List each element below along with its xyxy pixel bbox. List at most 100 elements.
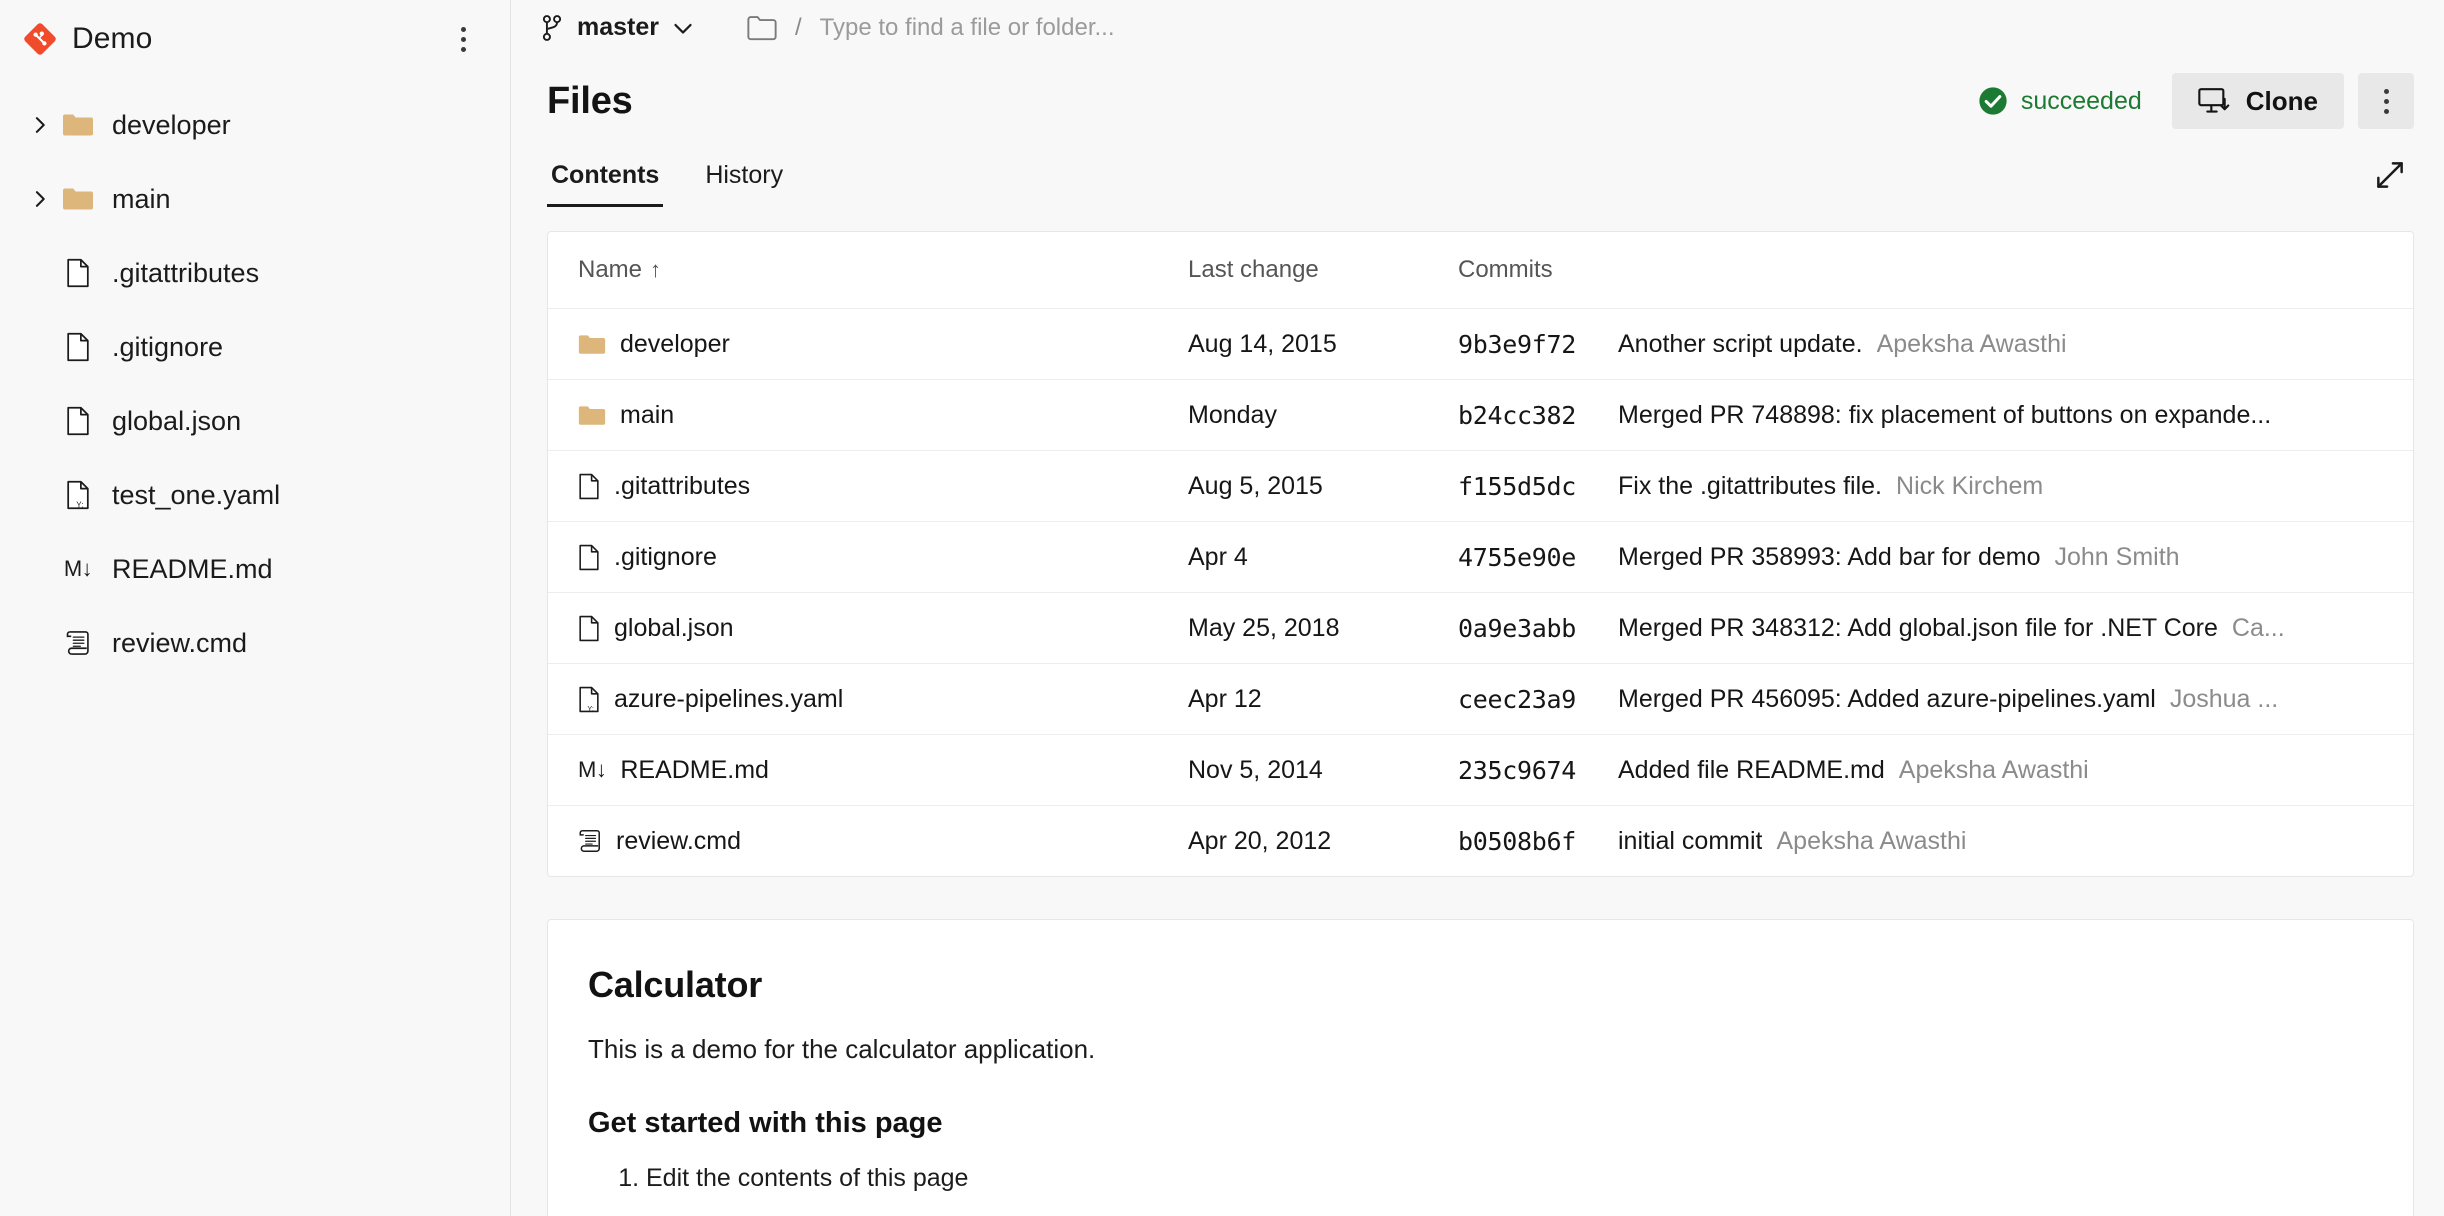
- last-change-cell: Apr 4: [1188, 521, 1458, 593]
- commit-message: Merged PR 748898: fix placement of butto…: [1618, 400, 2272, 429]
- tree-item-main[interactable]: main: [0, 162, 510, 236]
- file-icon: [58, 332, 98, 362]
- file-name: review.cmd: [616, 826, 742, 855]
- script-file-icon: [578, 828, 602, 854]
- expand-diagonal-icon[interactable]: [2366, 151, 2414, 199]
- readme-preview-card: Calculator This is a demo for the calcul…: [547, 919, 2414, 1216]
- file-name-cell[interactable]: .gitignore: [548, 522, 1188, 592]
- commit-author: Apeksha Awasthi: [1898, 755, 2089, 784]
- files-table: Name ↑ Last change Commits developer Aug …: [548, 232, 2413, 876]
- tab-contents[interactable]: Contents: [547, 161, 664, 207]
- last-change-cell: Monday: [1188, 379, 1458, 451]
- commit-hash-cell[interactable]: 235c9674: [1458, 734, 1618, 806]
- repo-header: Demo: [0, 0, 510, 78]
- breadcrumb-separator: /: [795, 13, 802, 41]
- file-name-cell[interactable]: review.cmd: [548, 806, 1188, 876]
- file-name: global.json: [614, 613, 734, 642]
- table-row[interactable]: M↓ README.md Nov 5, 2014 235c9674 Added …: [548, 734, 2413, 806]
- last-change-cell: Aug 14, 2015: [1188, 308, 1458, 380]
- branch-selector[interactable]: master: [533, 9, 701, 46]
- commit-hash-cell[interactable]: ceec23a9: [1458, 663, 1618, 735]
- view-tabs: Contents History: [511, 151, 2444, 207]
- list-item: Edit the contents of this page: [646, 1160, 2367, 1198]
- markdown-file-icon: M↓: [578, 757, 607, 782]
- page-title: Files: [547, 79, 633, 122]
- column-header-name-label: Name: [578, 256, 643, 283]
- markdown-file-icon: M↓: [58, 556, 98, 582]
- folder-icon: [58, 186, 98, 212]
- page-header: Files succeeded Clone: [511, 65, 2444, 137]
- commit-message-cell: Merged PR 358993: Add bar for demo John …: [1618, 543, 2413, 572]
- commit-message: Merged PR 456095: Added azure-pipelines.…: [1618, 684, 2156, 713]
- repo-name[interactable]: Demo: [72, 22, 444, 56]
- file-name: main: [620, 400, 675, 429]
- commit-hash-cell[interactable]: f155d5dc: [1458, 450, 1618, 522]
- commit-hash-cell[interactable]: 0a9e3abb: [1458, 592, 1618, 664]
- commit-hash-cell[interactable]: 4755e90e: [1458, 521, 1618, 593]
- commit-message: Merged PR 348312: Add global.json file f…: [1618, 613, 2218, 642]
- more-actions-button[interactable]: [2358, 73, 2414, 129]
- table-row[interactable]: .gitignore Apr 4 4755e90e Merged PR 3589…: [548, 521, 2413, 593]
- files-table-body: developer Aug 14, 2015 9b3e9f72 Another …: [548, 308, 2413, 877]
- commit-hash-cell[interactable]: b24cc382: [1458, 379, 1618, 451]
- build-status-badge[interactable]: succeeded: [1978, 86, 2142, 116]
- file-name-cell[interactable]: .gitattributes: [548, 451, 1188, 521]
- tree-item-gitignore[interactable]: .gitignore: [0, 310, 510, 384]
- chevron-right-icon[interactable]: [22, 189, 58, 209]
- commit-author: Apeksha Awasthi: [1776, 826, 1967, 855]
- tab-history[interactable]: History: [701, 161, 787, 207]
- tree-item-readme-md[interactable]: M↓ README.md: [0, 532, 510, 606]
- commit-hash-cell[interactable]: 9b3e9f72: [1458, 308, 1618, 380]
- script-file-icon: [58, 629, 98, 657]
- readme-heading: Calculator: [588, 964, 763, 1005]
- file-name: developer: [620, 329, 730, 358]
- chevron-right-icon[interactable]: [22, 115, 58, 135]
- file-name-cell[interactable]: global.json: [548, 593, 1188, 663]
- commit-hash-cell[interactable]: b0508b6f: [1458, 806, 1618, 877]
- column-header-name[interactable]: Name ↑: [548, 232, 1188, 309]
- repo-toolbar: master /: [511, 0, 2444, 55]
- tree-item-review-cmd[interactable]: review.cmd: [0, 606, 510, 680]
- table-row[interactable]: review.cmd Apr 20, 2012 b0508b6f initial…: [548, 806, 2413, 877]
- tree-item-global-json[interactable]: global.json: [0, 384, 510, 458]
- file-name-cell[interactable]: developer: [548, 309, 1188, 379]
- clone-button[interactable]: Clone: [2171, 73, 2344, 129]
- commit-author: Joshua ...: [2169, 684, 2279, 713]
- file-name-cell[interactable]: main: [548, 380, 1188, 450]
- file-name-cell[interactable]: Y: azure-pipelines.yaml: [548, 664, 1188, 734]
- tree-item-label: review.cmd: [112, 627, 248, 658]
- files-table-head: Name ↑ Last change Commits: [548, 232, 2413, 309]
- table-header-row: Name ↑ Last change Commits: [548, 232, 2413, 309]
- check-circle-icon: [1978, 86, 2008, 116]
- find-file-input[interactable]: [819, 9, 1540, 46]
- table-row[interactable]: Y: azure-pipelines.yaml Apr 12 ceec23a9 …: [548, 663, 2413, 735]
- last-change-cell: Aug 5, 2015: [1188, 450, 1458, 522]
- svg-text:Y:: Y:: [587, 703, 593, 712]
- file-name: README.md: [620, 755, 769, 784]
- file-name-cell[interactable]: M↓ README.md: [548, 735, 1188, 805]
- last-change-cell: Apr 12: [1188, 663, 1458, 735]
- tree-item-developer[interactable]: developer: [0, 88, 510, 162]
- commit-message: Added file README.md: [1618, 755, 1885, 784]
- table-row[interactable]: global.json May 25, 2018 0a9e3abb Merged…: [548, 592, 2413, 664]
- tree-item-gitattributes[interactable]: .gitattributes: [0, 236, 510, 310]
- column-header-last-change[interactable]: Last change: [1188, 232, 1458, 309]
- table-row[interactable]: main Monday b24cc382 Merged PR 748898: f…: [548, 379, 2413, 451]
- file-name: .gitattributes: [614, 471, 751, 500]
- build-status-text: succeeded: [2020, 86, 2142, 115]
- commit-message: Fix the .gitattributes file.: [1618, 471, 1883, 500]
- column-header-commits[interactable]: Commits: [1458, 232, 1618, 309]
- sidebar: Demo developer main .gitattributes .giti…: [0, 0, 511, 1216]
- clone-monitor-icon: [2198, 87, 2230, 115]
- commit-message: initial commit: [1618, 826, 1763, 855]
- git-repo-logo-icon: [22, 21, 58, 57]
- folder-outline-icon[interactable]: [747, 15, 777, 41]
- chevron-down-icon: [671, 16, 695, 40]
- sort-ascending-icon: ↑: [650, 257, 662, 282]
- commit-message-cell: Another script update. Apeksha Awasthi: [1618, 330, 2413, 359]
- table-row[interactable]: .gitattributes Aug 5, 2015 f155d5dc Fix …: [548, 450, 2413, 522]
- tree-item-label: global.json: [112, 405, 242, 436]
- table-row[interactable]: developer Aug 14, 2015 9b3e9f72 Another …: [548, 308, 2413, 380]
- tree-item-test-one-yaml[interactable]: Y: test_one.yaml: [0, 458, 510, 532]
- repo-kebab-menu-icon[interactable]: [444, 20, 482, 58]
